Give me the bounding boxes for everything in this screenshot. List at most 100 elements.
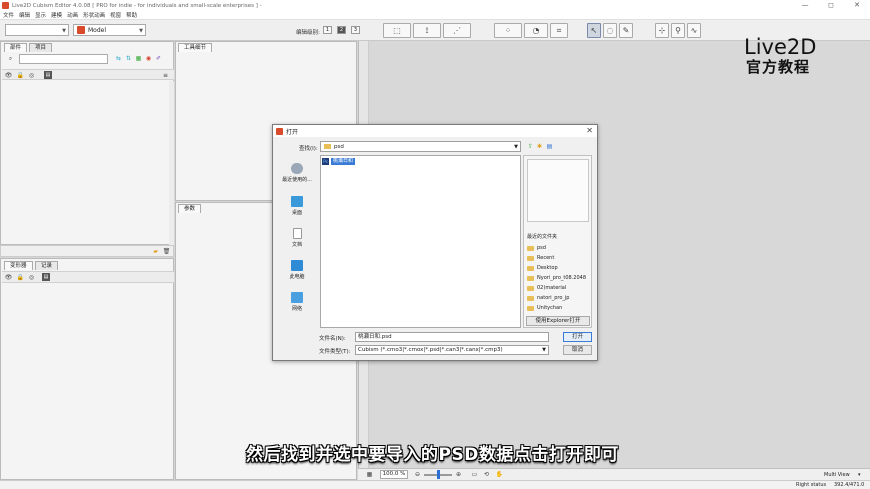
layer-icon[interactable]: ▤ [42, 273, 50, 281]
curve-tool-button[interactable]: ∿ [687, 23, 701, 38]
chevron-down-icon[interactable]: ▾ [858, 472, 861, 478]
file-item[interactable]: Ps 桃瀬日和 [322, 158, 356, 165]
open-button[interactable]: 打开 [563, 332, 592, 342]
pen-icon[interactable]: ✐ [155, 55, 162, 62]
grid-toggle-icon[interactable]: ▦ [366, 471, 373, 478]
place-network[interactable]: 网络 [278, 292, 316, 312]
tab-parts[interactable]: 部件 [4, 43, 28, 52]
open-file-dialog: 打开 ✕ 查找(I): psd ▼ ⇧ ✱ ▤ 最近使用的... 桌面 文档 此… [272, 124, 598, 361]
recent-folder-item[interactable]: psd [527, 243, 591, 253]
up-folder-icon[interactable]: ⇧ [527, 143, 534, 150]
menu-edit[interactable]: 编辑 [19, 11, 30, 19]
target-icon[interactable]: ◎ [28, 274, 35, 281]
workspace-select[interactable]: ▼ [5, 24, 69, 36]
file-item-name: 桃瀬日和 [331, 158, 356, 165]
filename-input[interactable]: 桃瀬日和.psd [355, 332, 549, 342]
layer-icon[interactable]: ▤ [44, 71, 52, 79]
transform-tool-button[interactable]: ⊹ [655, 23, 669, 38]
recent-folders-label: 最近的文件夹 [527, 234, 558, 240]
recent-folder-item[interactable]: Unitychan [527, 303, 591, 313]
reset-icon[interactable]: ⟲ [483, 471, 490, 478]
close-icon[interactable]: ✕ [586, 125, 593, 137]
zoom-in-icon[interactable]: ⊕ [455, 471, 462, 478]
brush-tool-button[interactable]: ✎ [619, 23, 633, 38]
lookin-value: psd [334, 143, 344, 150]
folder-icon[interactable]: ▰ [152, 248, 159, 255]
new-folder-icon[interactable]: ✱ [536, 143, 543, 150]
recent-folder-item[interactable]: Nyori_pro_t08.2048 [527, 273, 591, 283]
place-desktop-label: 桌面 [291, 210, 302, 216]
close-button[interactable]: ✕ [844, 0, 870, 11]
place-recent[interactable]: 最近使用的... [278, 163, 316, 183]
lasso-tool-button[interactable]: ◌ [603, 23, 617, 38]
place-recent-label: 最近使用的... [282, 177, 312, 183]
target-icon[interactable]: ◎ [28, 72, 35, 79]
menu-help[interactable]: 帮助 [126, 11, 137, 19]
search-icon: ⌕ [8, 54, 13, 62]
lookin-select[interactable]: psd ▼ [320, 141, 521, 152]
arrow-tool-button[interactable]: ↖ [587, 23, 601, 38]
menu-window[interactable]: 视窗 [110, 11, 121, 19]
lock-icon[interactable]: 🔒 [17, 72, 24, 79]
parts-search-input[interactable] [19, 54, 108, 64]
minimize-button[interactable]: — [792, 0, 818, 11]
maximize-button[interactable]: ◻ [818, 0, 844, 11]
link-icon[interactable]: ⇆ [115, 55, 122, 62]
place-desktop[interactable]: 桌面 [278, 196, 316, 216]
view-menu-icon[interactable]: ▤ [546, 143, 553, 150]
preview-pane: 最近的文件夹 psd Recent Desktop Nyori_pro_t08.… [523, 155, 592, 328]
menu-modeling[interactable]: 建模 [51, 11, 62, 19]
edit-level-1[interactable]: 1 [323, 26, 332, 34]
eye-icon[interactable]: 👁 [5, 72, 13, 79]
eye-icon[interactable]: 👁 [5, 274, 13, 281]
recent-folders-list: psd Recent Desktop Nyori_pro_t08.2048 02… [524, 243, 591, 313]
lock-icon[interactable]: 🔒 [17, 274, 24, 281]
view-mode[interactable]: Multi View [824, 472, 850, 478]
deformer-tool-button[interactable]: ⬚ [383, 23, 411, 38]
auto-mesh-button[interactable]: ⋰ [443, 23, 471, 38]
rotate-tool-button[interactable]: ◔ [524, 23, 548, 38]
swap-icon[interactable]: ⇅ [125, 55, 132, 62]
tab-deformer[interactable]: 变形器 [4, 261, 33, 270]
menu-animation[interactable]: 动画 [67, 11, 78, 19]
menu-icon[interactable]: ≡ [162, 72, 169, 79]
explorer-open-button[interactable]: 使用Explorer打开 [526, 316, 590, 326]
chevron-down-icon: ▼ [139, 28, 143, 34]
zoom-field[interactable]: 100.0 % [380, 470, 408, 479]
tab-log[interactable]: 记录 [35, 261, 59, 270]
recent-folder-item[interactable]: Desktop [527, 263, 591, 273]
hand-icon[interactable]: ✋ [496, 471, 503, 478]
pin-tool-button[interactable]: ⚲ [671, 23, 685, 38]
menu-form-animation[interactable]: 形状动画 [83, 11, 105, 19]
model-icon [77, 26, 85, 34]
filetype-select[interactable]: Cubism (*.cmo3|*.cmox|*.psd|*.can3|*.can… [355, 345, 549, 355]
record-icon[interactable]: ◉ [145, 55, 152, 62]
zoom-out-icon[interactable]: ⊖ [414, 471, 421, 478]
mesh-edit-button[interactable]: ⁘ [494, 23, 522, 38]
recent-folder-item[interactable]: 02)material [527, 283, 591, 293]
warp-tool-button[interactable]: ⌗ [550, 23, 568, 38]
fit-icon[interactable]: ▭ [471, 471, 478, 478]
parts-footer: ▰ 🗑 [0, 245, 174, 257]
menu-file[interactable]: 文件 [3, 11, 14, 19]
edit-level-2[interactable]: 2 [337, 26, 346, 34]
parts-scrollbar[interactable] [169, 81, 174, 245]
deformer-panel: 变形器 记录 👁 🔒 ◎ ▤ [0, 258, 174, 480]
app-icon [276, 127, 283, 135]
tab-parameters[interactable]: 参数 [178, 204, 202, 213]
place-documents[interactable]: 文档 [278, 228, 316, 248]
recent-folder-item[interactable]: natori_pro_jp [527, 293, 591, 303]
trash-icon[interactable]: 🗑 [163, 248, 171, 255]
file-list[interactable]: Ps 桃瀬日和 [320, 155, 521, 328]
model-select[interactable]: Model ▼ [73, 24, 146, 36]
menu-view[interactable]: 显示 [35, 11, 46, 19]
grid-icon[interactable]: ▦ [135, 55, 142, 62]
recent-folder-item[interactable]: Recent [527, 253, 591, 263]
tab-project[interactable]: 项目 [29, 43, 53, 52]
place-this-pc[interactable]: 此电脑 [278, 260, 316, 280]
tab-tool-detail[interactable]: 工具细节 [178, 43, 213, 52]
glue-tool-button[interactable]: ⟟ [413, 23, 441, 38]
zoom-slider-handle[interactable] [437, 470, 440, 479]
edit-level-3[interactable]: 3 [351, 26, 360, 34]
cancel-button[interactable]: 取消 [563, 345, 592, 355]
